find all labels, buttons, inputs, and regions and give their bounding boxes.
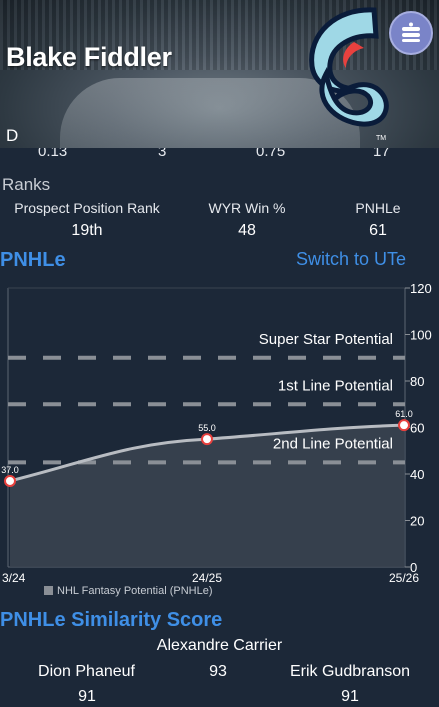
pnhle-chart-svg: 020406080100120Super Star Potential1st L… (1, 281, 432, 585)
legend-swatch (44, 586, 53, 595)
x-tick-label: 3/24 (2, 571, 26, 585)
svg-text:TM: TM (376, 135, 386, 142)
rank-pnhle: PNHLe 61 (293, 200, 439, 240)
ranks-heading: Ranks (2, 175, 51, 194)
stat-value: 3 (158, 148, 167, 160)
chart-legend: NHL Fantasy Potential (PNHLe) (44, 585, 213, 597)
data-label: 55.0 (198, 423, 216, 433)
stat-value: 0.75 (256, 148, 286, 160)
similar-player-right[interactable]: Erik Gudbranson (270, 663, 430, 681)
x-tick-label: 24/25 (192, 571, 222, 585)
rank-label: PNHLe (355, 200, 401, 216)
player-header: Blake Fiddler D TM (0, 0, 439, 155)
settings-button[interactable] (389, 11, 433, 55)
similar-score-right: 91 (341, 688, 359, 705)
x-tick-label: 25/26 (389, 571, 419, 585)
y-tick-label: 100 (410, 328, 432, 343)
stack-icon (402, 22, 420, 42)
similar-player-top[interactable]: Alexandre Carrier (0, 637, 439, 655)
pnhle-chart: 0 20 40 60 80 100 120 Super Star Potential 1st L… (0, 281, 439, 602)
data-point (4, 474, 16, 487)
rank-value: 61 (369, 222, 387, 239)
rank-prospect-position: Prospect Position Rank 19th (2, 200, 172, 240)
data-label: 61.0 (395, 409, 413, 419)
data-point (398, 419, 410, 432)
y-tick-label: 80 (410, 374, 424, 389)
team-logo-icon: TM (309, 7, 389, 142)
threshold-label: 1st Line Potential (278, 377, 393, 394)
stat-value: 17 (373, 148, 390, 160)
rank-value: 19th (71, 222, 103, 239)
pnhle-heading: PNHLe (0, 249, 66, 271)
similar-score-left: 91 (78, 688, 96, 705)
y-tick-label: 40 (410, 467, 424, 482)
player-name: Blake Fiddler (6, 42, 172, 72)
similarity-heading: PNHLe Similarity Score (0, 609, 223, 631)
y-tick-label: 20 (410, 514, 424, 529)
threshold-label: 2nd Line Potential (273, 435, 393, 452)
threshold-label: Super Star Potential (259, 331, 393, 348)
similar-player-left[interactable]: Dion Phaneuf (14, 663, 159, 681)
data-point (201, 433, 213, 446)
y-tick-label: 60 (410, 421, 424, 436)
player-position: D (6, 126, 19, 145)
y-tick-label: 120 (410, 282, 432, 296)
legend-label: NHL Fantasy Potential (PNHLe) (57, 585, 213, 597)
similar-score-top: 93 (209, 663, 227, 680)
season-stats-row: 0.13 3 0.75 17 (0, 148, 439, 164)
stat-value: 0.13 (38, 148, 68, 160)
rank-label: Prospect Position Rank (14, 200, 160, 216)
data-label: 37.0 (1, 465, 19, 475)
switch-to-ute-button[interactable]: Switch to UTe (296, 249, 406, 270)
